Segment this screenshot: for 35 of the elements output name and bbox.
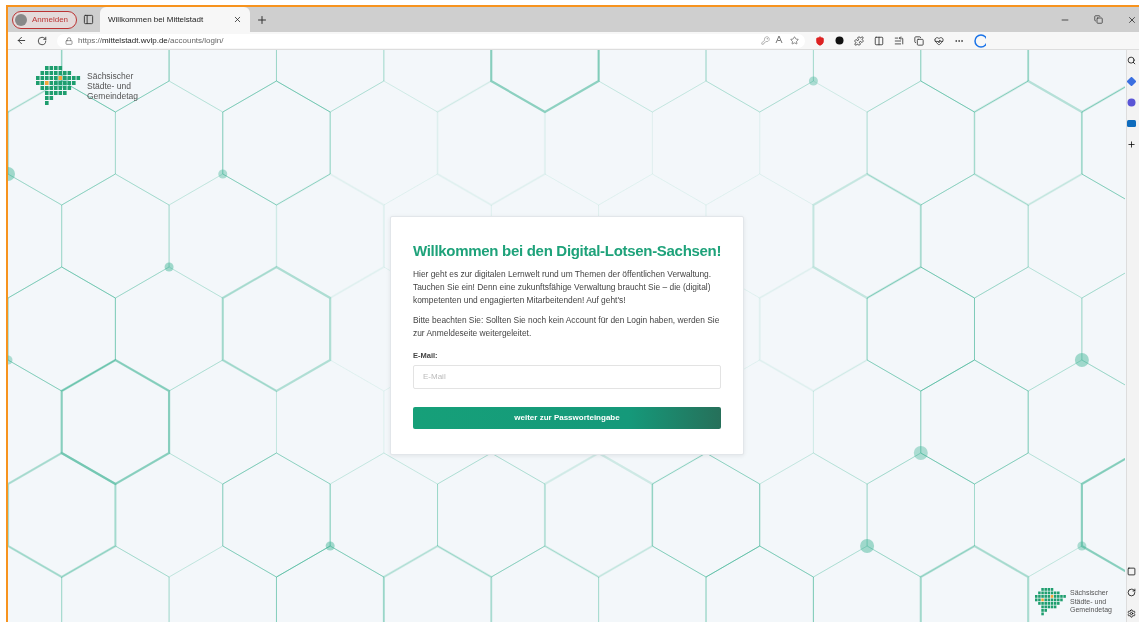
shield-icon[interactable] <box>815 35 825 46</box>
split-screen-icon[interactable] <box>874 35 884 46</box>
avatar-icon <box>15 13 27 26</box>
back-icon[interactable] <box>16 35 27 46</box>
puzzle-icon[interactable] <box>854 35 864 46</box>
lock-icon <box>65 36 73 45</box>
profile-button[interactable]: Anmelden <box>12 10 78 29</box>
star-icon[interactable] <box>790 36 799 45</box>
panel-icon[interactable] <box>1127 567 1136 576</box>
browser-tab[interactable]: Willkommen bei Mittelstadt <box>100 7 251 32</box>
search-icon[interactable] <box>1127 56 1136 65</box>
new-tab-icon[interactable] <box>256 13 269 26</box>
welcome-title: Willkommen bei den Digital-Lotsen-Sachsen! <box>413 240 721 260</box>
reload-icon[interactable] <box>37 35 47 46</box>
mail-icon[interactable] <box>1127 119 1136 128</box>
app-icon[interactable] <box>1127 98 1136 107</box>
intro-paragraph: Hier geht es zur digitalen Lernwelt rund um Themen der öffentlichen Verwaltung. Tauchen Sie ein! Denn eine zukunftsfähige Verwaltung braucht Sie – die (digital) kompetenten und engagierten Mitarbeitenden! Auf geht's! <box>413 267 713 307</box>
intro-paragraph: Bitte beachten Sie: Sollten Sie noch kein Account für den Login haben, werden Sie zur Anmeldeseite weitergeleitet. <box>413 313 721 340</box>
close-icon[interactable] <box>233 15 243 24</box>
collections-icon[interactable] <box>914 35 924 46</box>
favorites-icon[interactable] <box>894 35 904 46</box>
diamond-icon[interactable] <box>1127 77 1136 86</box>
health-icon[interactable] <box>934 35 944 46</box>
settings-icon[interactable] <box>1127 609 1136 618</box>
read-aloud-icon[interactable] <box>775 35 785 46</box>
restore-icon[interactable] <box>1094 15 1103 24</box>
logo-icon <box>36 66 81 106</box>
email-field[interactable]: E-Mail <box>413 364 721 389</box>
logo-text: Sächsischer Städte- und Gemeindetag <box>87 70 139 102</box>
logo-icon <box>1035 588 1067 616</box>
tab-actions-icon[interactable] <box>83 14 95 25</box>
address-field[interactable]: https://mittelstadt.wvlp.de/accounts/login/ <box>57 33 805 48</box>
history-icon[interactable] <box>1127 588 1136 597</box>
close-icon[interactable] <box>1127 14 1137 25</box>
add-icon[interactable] <box>1127 140 1136 149</box>
